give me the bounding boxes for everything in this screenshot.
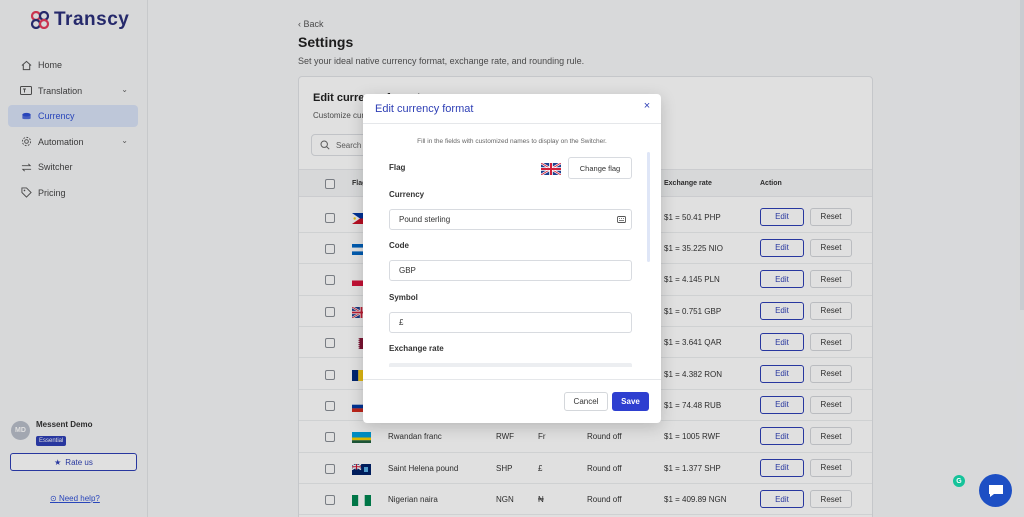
edit-currency-modal: Edit currency format × Fill in the field… [363, 94, 661, 423]
grammarly-icon[interactable]: G [953, 475, 965, 487]
flag-label: Flag [389, 163, 406, 172]
code-value: GBP [399, 266, 416, 275]
page-scrollbar[interactable] [1020, 0, 1024, 310]
currency-field[interactable]: Pound sterling [389, 209, 632, 230]
modal-title: Edit currency format [375, 103, 474, 115]
currency-value: Pound sterling [399, 215, 451, 224]
exchange-rate-field[interactable] [389, 363, 632, 367]
keyboard-icon [617, 216, 626, 223]
divider [363, 123, 661, 124]
change-flag-button[interactable]: Change flag [568, 157, 632, 179]
modal-scrollbar[interactable] [647, 152, 650, 262]
symbol-field[interactable]: £ [389, 312, 632, 333]
symbol-value: £ [399, 318, 404, 327]
currency-label: Currency [389, 190, 425, 199]
uk-flag-icon [541, 163, 561, 175]
close-icon[interactable]: × [641, 100, 653, 112]
save-button[interactable]: Save [612, 392, 649, 411]
cancel-button[interactable]: Cancel [564, 392, 608, 411]
symbol-label: Symbol [389, 293, 418, 302]
divider [363, 379, 661, 380]
code-field[interactable]: GBP [389, 260, 632, 281]
code-label: Code [389, 241, 409, 250]
chat-button[interactable] [979, 474, 1012, 507]
modal-hint: Fill in the fields with customized names… [417, 138, 607, 145]
chat-icon [988, 484, 1003, 497]
exchange-rate-label: Exchange rate [389, 344, 444, 353]
